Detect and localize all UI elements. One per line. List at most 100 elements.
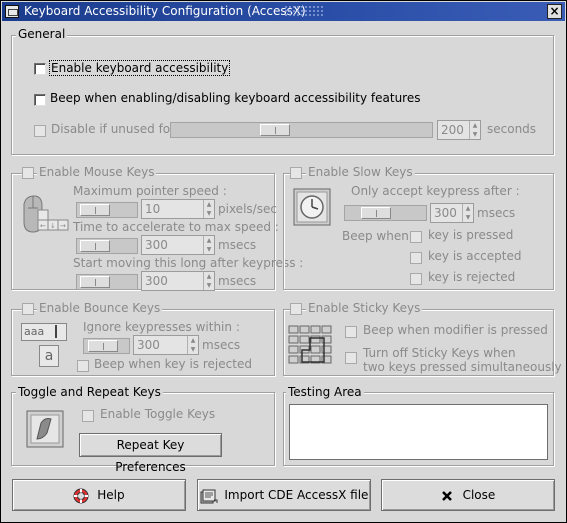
delay-spinbox[interactable]: 300 ▲ ▼ xyxy=(141,271,215,291)
disable-unused-slider[interactable] xyxy=(170,122,433,138)
mouse-keys-icon: ↓ ← → xyxy=(23,195,69,233)
help-label: Help xyxy=(97,488,125,502)
title-bar[interactable]: Keyboard Accessibility Configuration (Ac… xyxy=(2,2,565,21)
close-button[interactable]: Close xyxy=(381,479,555,511)
accel-time-spinbox[interactable]: 300 ▲ ▼ xyxy=(141,235,215,255)
enable-toggle-checkbox[interactable] xyxy=(82,410,94,422)
spin-arrows[interactable]: ▲ ▼ xyxy=(203,272,214,290)
spin-arrows[interactable]: ▲ ▼ xyxy=(469,121,480,139)
slider-thumb[interactable] xyxy=(80,204,110,216)
spin-arrows[interactable]: ▲ ▼ xyxy=(203,236,214,254)
window-menu-icon[interactable] xyxy=(5,5,19,18)
toggle-keys-icon xyxy=(26,410,64,448)
bounce-top-key: aaa xyxy=(21,323,67,341)
help-button[interactable]: Help xyxy=(12,479,186,511)
disable-unused-label[interactable]: Disable if unused for xyxy=(51,122,175,136)
spin-arrows[interactable]: ▲ ▼ xyxy=(462,204,473,222)
mouse-keys-legend[interactable]: Enable Mouse Keys xyxy=(37,165,157,179)
beep-toggle-checkbox[interactable] xyxy=(34,94,46,106)
beep-pressed-checkbox[interactable] xyxy=(410,231,422,243)
beep-modifier-checkbox[interactable] xyxy=(345,326,357,338)
testing-area-legend: Testing Area xyxy=(286,385,364,399)
x-close-icon xyxy=(441,490,452,501)
enable-access-label[interactable]: Enable keyboard accessibility xyxy=(49,60,231,76)
beep-rejected-checkbox[interactable] xyxy=(410,273,422,285)
delay-slider[interactable] xyxy=(76,274,138,290)
close-label: Close xyxy=(462,488,496,502)
repeat-key-preferences-label: Repeat Key Preferences xyxy=(115,438,186,474)
import-label: Import CDE AccessX file xyxy=(224,488,369,502)
turn-off-sticky-label-2[interactable]: two keys pressed simultaneously xyxy=(363,360,562,374)
beep-pressed-label[interactable]: key is pressed xyxy=(428,228,513,242)
msecs-unit: msecs xyxy=(218,238,257,252)
sticky-keys-icon xyxy=(288,325,332,364)
import-file-icon xyxy=(200,489,218,503)
cursor-mark xyxy=(55,325,57,338)
max-speed-label: Maximum pointer speed : xyxy=(73,184,227,198)
beep-accepted-label[interactable]: key is accepted xyxy=(428,249,521,263)
bounce-bottom-key: a xyxy=(39,345,59,367)
spin-value: 200 xyxy=(441,123,464,137)
disable-unused-spinbox[interactable]: 200 ▲ ▼ xyxy=(437,120,481,140)
repeat-key-preferences-button[interactable]: Repeat Key Preferences xyxy=(79,433,222,474)
bounce-keys-icon: aaa a xyxy=(21,323,69,369)
max-speed-slider[interactable] xyxy=(76,202,138,218)
mouse-keys-checkbox[interactable] xyxy=(22,167,34,179)
beep-rejected-label[interactable]: key is rejected xyxy=(428,270,515,284)
ignore-within-label: Ignore keypresses within : xyxy=(83,320,240,334)
disable-unused-checkbox[interactable] xyxy=(34,125,46,137)
slider-thumb[interactable] xyxy=(80,240,110,252)
spin-value: 10 xyxy=(145,202,161,216)
bounce-keys-legend[interactable]: Enable Bounce Keys xyxy=(37,301,163,315)
ignore-within-spinbox[interactable]: 300 ▲ ▼ xyxy=(133,335,199,355)
spin-value: 300 xyxy=(434,206,457,220)
turn-off-sticky-label-1[interactable]: Turn off Sticky Keys when xyxy=(363,346,516,360)
slow-keys-checkbox[interactable] xyxy=(290,167,302,179)
testing-area-input[interactable] xyxy=(289,404,548,460)
max-speed-spinbox[interactable]: 10 ▲ ▼ xyxy=(141,199,215,219)
slider-thumb[interactable] xyxy=(80,276,110,288)
beep-rejected-bounce-label[interactable]: Beep when key is rejected xyxy=(94,357,252,371)
slider-thumb[interactable] xyxy=(260,124,290,136)
window-close-button[interactable]: × xyxy=(547,4,562,19)
enable-access-checkbox[interactable] xyxy=(34,63,46,75)
beep-accepted-checkbox[interactable] xyxy=(410,252,422,264)
bounce-keys-checkbox[interactable] xyxy=(22,303,34,315)
title-pattern xyxy=(284,5,324,18)
msecs-unit: msecs xyxy=(477,206,516,220)
accel-time-slider[interactable] xyxy=(76,238,138,254)
msecs-unit: msecs xyxy=(218,274,257,288)
dialog-window: Keyboard Accessibility Configuration (Ac… xyxy=(0,0,567,523)
spin-arrows[interactable]: ▲ ▼ xyxy=(187,336,198,354)
sticky-keys-legend[interactable]: Enable Sticky Keys xyxy=(306,301,423,315)
accept-after-label: Only accept keypress after : xyxy=(351,184,520,198)
msecs-unit: msecs xyxy=(202,338,241,352)
delay-label: Start moving this long after keypress : xyxy=(73,256,304,270)
toggle-repeat-legend: Toggle and Repeat Keys xyxy=(16,385,163,399)
seconds-unit: seconds xyxy=(487,122,537,136)
slider-thumb[interactable] xyxy=(88,340,118,352)
lifebuoy-icon xyxy=(73,488,89,503)
spin-value: 300 xyxy=(145,274,168,288)
svg-text:↓: ↓ xyxy=(50,222,56,230)
accept-after-spinbox[interactable]: 300 ▲ ▼ xyxy=(430,203,474,223)
general-legend: General xyxy=(16,27,68,41)
beep-when-label: Beep when: xyxy=(342,229,413,243)
turn-off-sticky-checkbox[interactable] xyxy=(345,352,357,364)
window-title: Keyboard Accessibility Configuration (Ac… xyxy=(24,4,306,18)
slider-thumb[interactable] xyxy=(361,207,391,219)
ignore-within-slider[interactable] xyxy=(83,338,130,354)
beep-rejected-bounce-checkbox[interactable] xyxy=(77,360,89,372)
import-cde-button[interactable]: Import CDE AccessX file xyxy=(197,479,371,511)
accept-after-slider[interactable] xyxy=(344,205,427,221)
svg-text:←: ← xyxy=(40,222,46,230)
beep-toggle-label[interactable]: Beep when enabling/disabling keyboard ac… xyxy=(50,91,420,105)
slow-keys-legend[interactable]: Enable Slow Keys xyxy=(306,165,415,179)
beep-modifier-label[interactable]: Beep when modifier is pressed xyxy=(363,323,548,337)
clock-key-icon xyxy=(293,188,331,226)
spin-arrows[interactable]: ▲ ▼ xyxy=(203,200,214,218)
spin-value: 300 xyxy=(145,238,168,252)
enable-toggle-label[interactable]: Enable Toggle Keys xyxy=(100,407,215,421)
sticky-keys-checkbox[interactable] xyxy=(290,303,302,315)
pixels-unit: pixels/sec xyxy=(218,202,277,216)
